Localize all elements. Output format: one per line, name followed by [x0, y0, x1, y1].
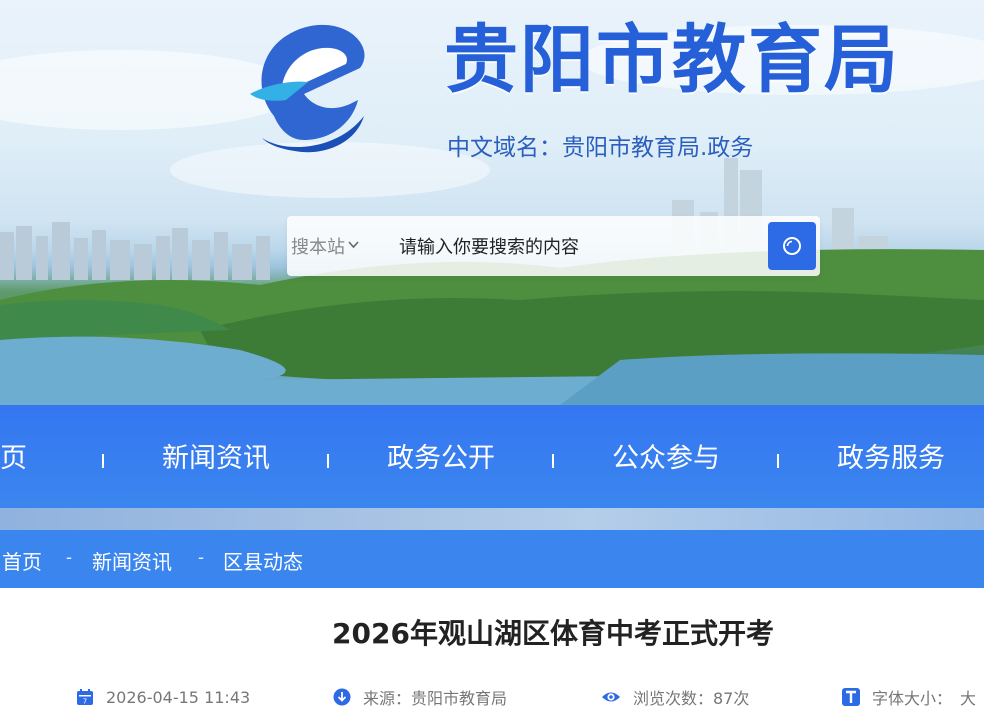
nav-item-home[interactable]: 页 [0, 439, 27, 479]
nav-divider [552, 454, 554, 468]
search-scope-select[interactable]: 搜本站 [291, 234, 367, 258]
font-size-large[interactable]: 大 [960, 685, 976, 709]
breadcrumb-separator: - [198, 547, 204, 567]
main-nav: 页 新闻资讯 政务公开 公众参与 政务服务 [0, 405, 984, 508]
nav-divider [327, 454, 329, 468]
e-logo-icon [250, 24, 365, 153]
nav-item-news[interactable]: 新闻资讯 [162, 439, 270, 479]
search-scope-label: 搜本站 [291, 237, 345, 257]
font-size-control: 字体大小： 大 [842, 686, 976, 708]
font-size-label: 字体大小： [872, 689, 953, 708]
search-input[interactable] [397, 230, 761, 264]
domain-label: 中文域名： [447, 135, 562, 161]
nav-decorative-strip [0, 508, 984, 530]
nav-divider [102, 454, 104, 468]
article-source-text: 来源：贵阳市教育局 [363, 689, 508, 708]
nav-item-gov-affairs[interactable]: 政务公开 [387, 439, 495, 479]
domain-value[interactable]: 贵阳市教育局.政务 [562, 135, 753, 161]
breadcrumb-district-news[interactable]: 区县动态 [223, 546, 303, 575]
header-banner: 贵阳市教育局 中文域名：贵阳市教育局.政务 搜本站 [0, 0, 984, 405]
breadcrumb-home[interactable]: 首页 [2, 546, 42, 575]
article-source: 来源：贵阳市教育局 [333, 686, 507, 708]
breadcrumb-separator: - [66, 547, 72, 567]
breadcrumb-news[interactable]: 新闻资讯 [92, 546, 172, 575]
article-title: 2026年观山湖区体育中考正式开考 [332, 617, 774, 650]
site-title: 贵阳市教育局 [444, 17, 900, 103]
text-size-icon [842, 688, 860, 706]
source-icon [333, 688, 351, 706]
search-box: 搜本站 [287, 216, 820, 276]
nav-item-gov-services[interactable]: 政务服务 [837, 439, 945, 479]
chevron-down-icon [348, 240, 359, 252]
article-views: 浏览次数：87次 [601, 686, 749, 708]
search-icon [783, 237, 801, 255]
search-button[interactable] [768, 222, 816, 270]
calendar-icon: 7 [76, 688, 94, 706]
eye-icon [601, 688, 621, 706]
nav-divider [777, 454, 779, 468]
article-date-text: 2026-04-15 11:43 [106, 687, 251, 707]
article-date: 7 2026-04-15 11:43 [76, 686, 250, 708]
svg-text:7: 7 [83, 698, 87, 706]
domain-name: 中文域名：贵阳市教育局.政务 [447, 128, 753, 162]
breadcrumb: 首页 - 新闻资讯 - 区县动态 [0, 530, 984, 588]
nav-item-public-participation[interactable]: 公众参与 [612, 439, 720, 479]
article-views-text: 浏览次数：87次 [633, 689, 750, 708]
